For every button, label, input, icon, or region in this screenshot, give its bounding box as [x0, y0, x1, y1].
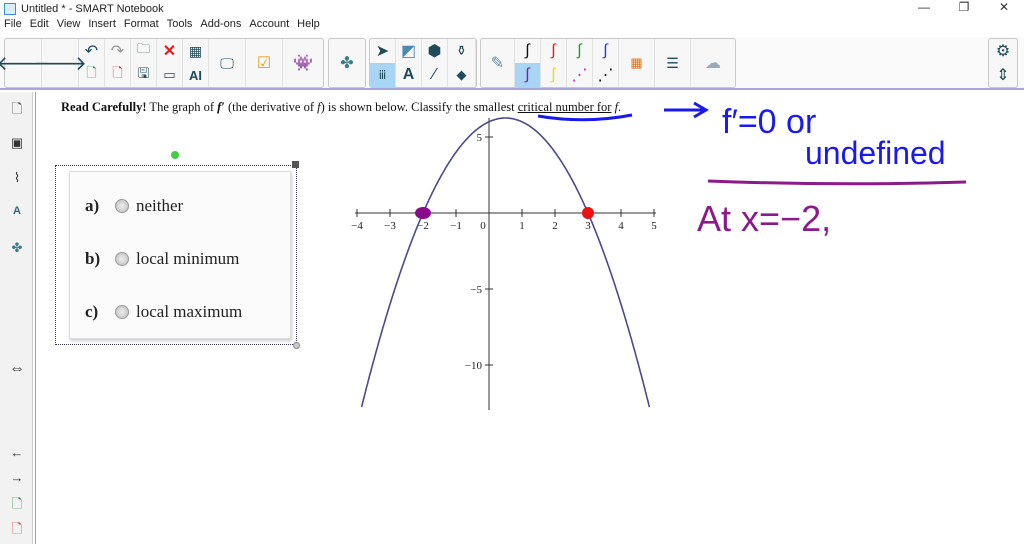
note-line1: f′=0 or: [722, 103, 816, 141]
purple-divider: [707, 179, 967, 186]
blue-arrow: [664, 101, 709, 119]
note-line3: At x=−2,: [697, 198, 831, 239]
blue-underline: [537, 113, 633, 122]
handwriting-layer: f′=0 or undefined At x=−2,: [537, 101, 967, 239]
note-line2: undefined: [805, 135, 946, 171]
